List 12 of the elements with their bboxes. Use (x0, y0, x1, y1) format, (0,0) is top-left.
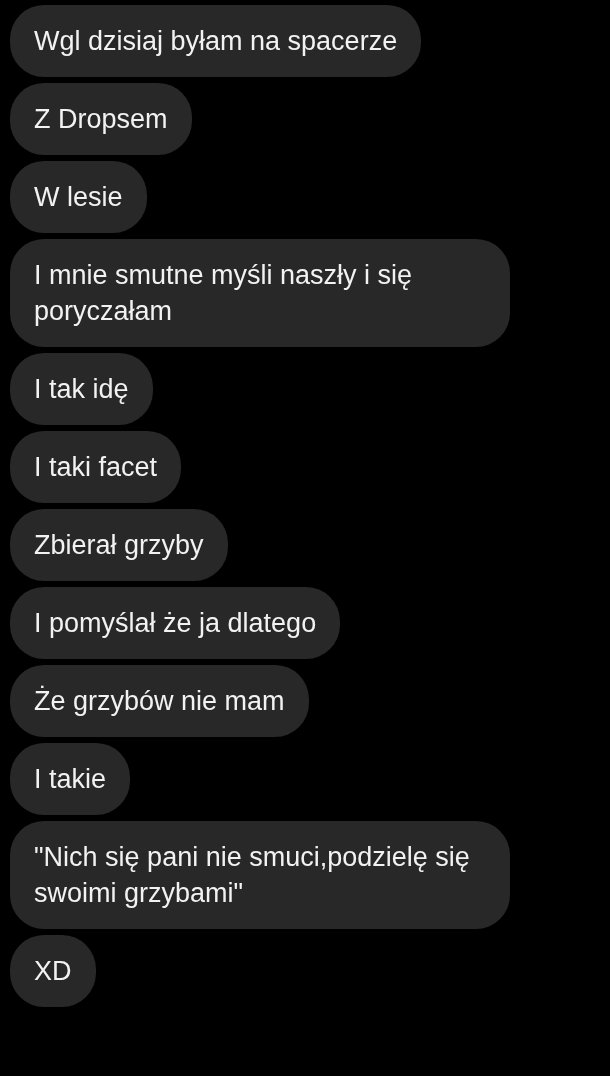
message-bubble: I takie (10, 743, 131, 815)
message-bubble: I pomyślał że ja dlatego (10, 587, 341, 659)
message-bubble: I tak idę (10, 353, 153, 425)
message-bubble: "Nich się pani nie smuci,podzielę się swoimi grzybami" (10, 821, 510, 929)
message-bubble: Zbierał grzyby (10, 509, 228, 581)
message-bubble: W lesie (10, 161, 147, 233)
message-bubble: Z Dropsem (10, 83, 192, 155)
message-bubble: I taki facet (10, 431, 182, 503)
message-bubble: I mnie smutne myśli naszły i się poryczałam (10, 239, 510, 347)
message-bubble: XD (10, 935, 96, 1007)
message-bubble: Wgl dzisiaj byłam na spacerze (10, 5, 422, 77)
message-bubble: Że grzybów nie mam (10, 665, 309, 737)
